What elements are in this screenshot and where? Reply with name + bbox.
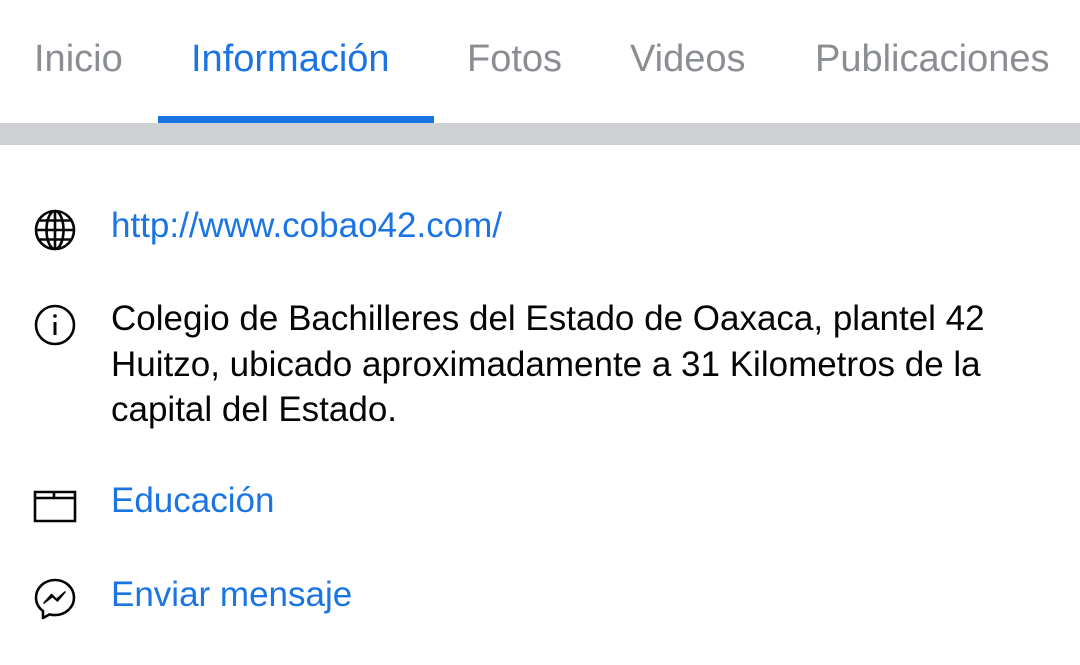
tab-publicaciones[interactable]: Publicaciones bbox=[815, 36, 1049, 82]
globe-icon bbox=[32, 207, 78, 253]
category-icon bbox=[32, 481, 78, 527]
info-icon bbox=[32, 302, 78, 348]
tab-bar: Inicio Información Fotos Videos Publicac… bbox=[0, 0, 1080, 123]
website-link[interactable]: http://www.cobao42.com/ bbox=[111, 203, 1061, 249]
tab-informacion[interactable]: Información bbox=[191, 36, 390, 82]
messenger-icon bbox=[32, 576, 78, 622]
section-divider bbox=[0, 123, 1080, 145]
tab-fotos[interactable]: Fotos bbox=[467, 36, 562, 82]
send-message-link[interactable]: Enviar mensaje bbox=[111, 572, 1061, 618]
active-tab-indicator bbox=[158, 116, 434, 123]
tab-videos[interactable]: Videos bbox=[630, 36, 746, 82]
tab-inicio[interactable]: Inicio bbox=[34, 36, 123, 82]
category-link[interactable]: Educación bbox=[111, 478, 1061, 524]
about-description: Colegio de Bachilleres del Estado de Oax… bbox=[111, 299, 985, 429]
